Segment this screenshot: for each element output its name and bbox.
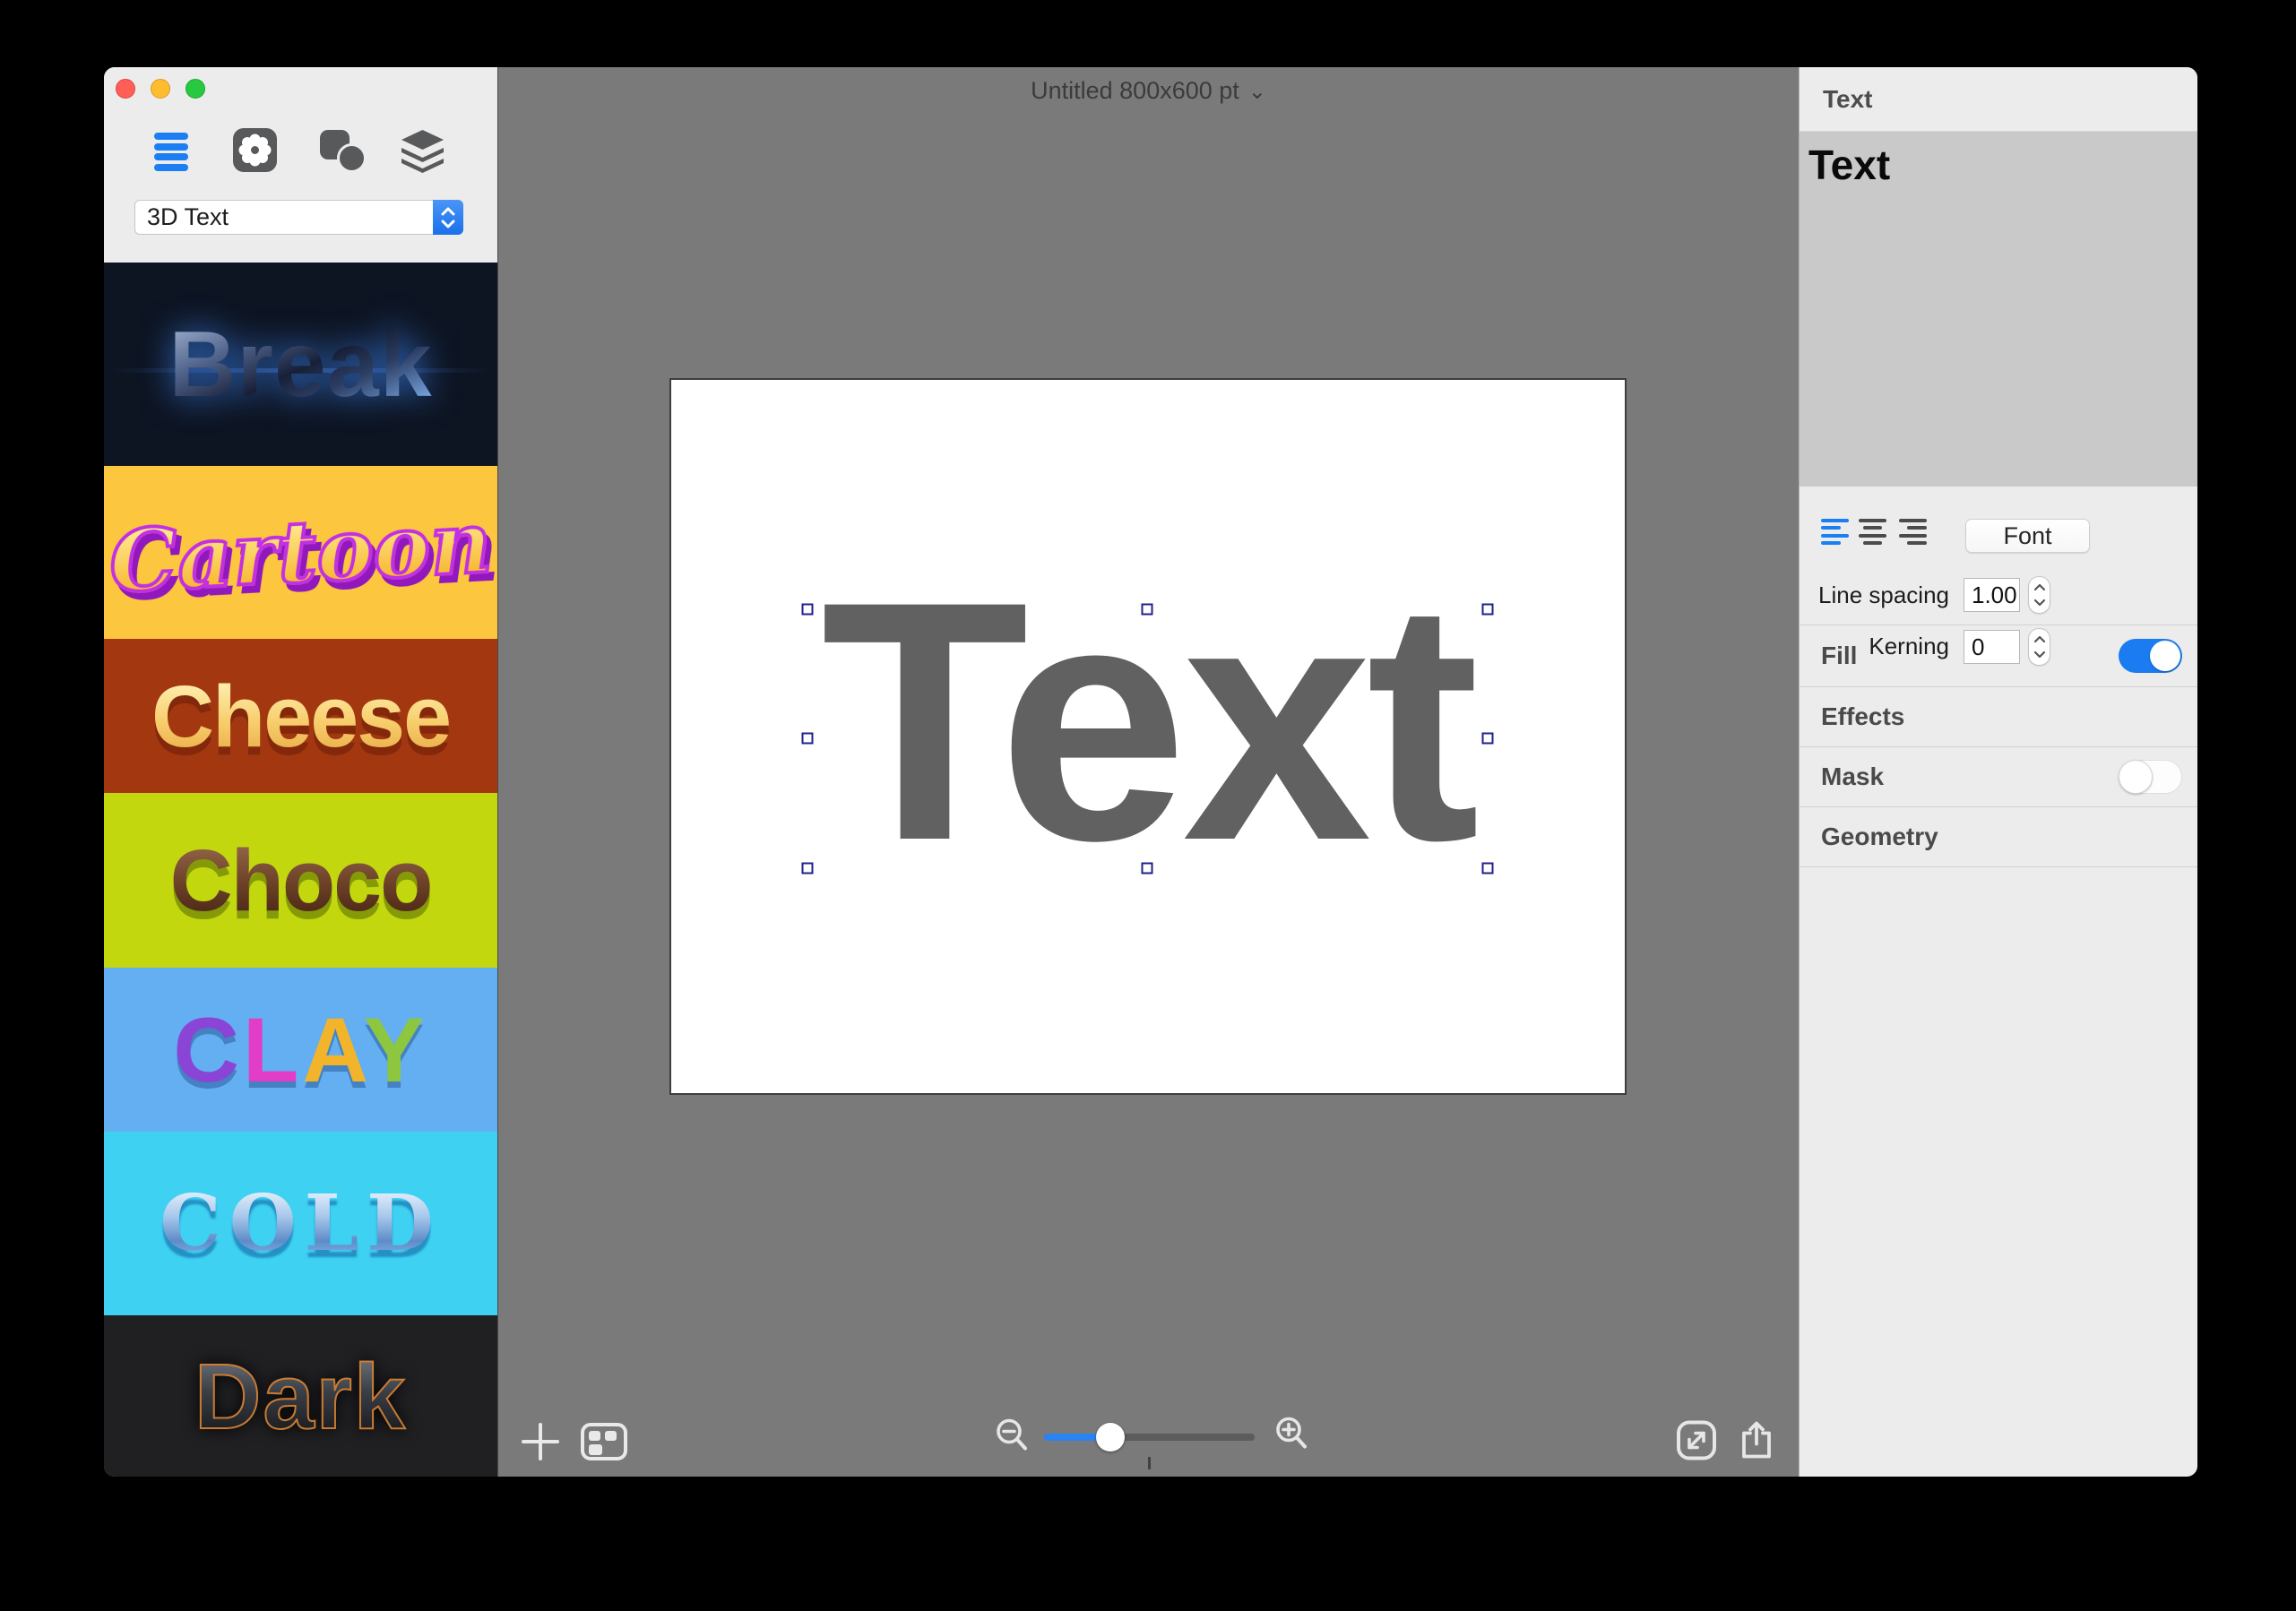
layers-icon[interactable] bbox=[400, 128, 445, 173]
section-row-fill[interactable]: Fill bbox=[1800, 625, 2197, 686]
preset-cold-text: COLD bbox=[160, 1177, 442, 1269]
mode-toolbar bbox=[104, 128, 498, 173]
preset-break[interactable]: Break bbox=[104, 263, 497, 466]
selection-handle-bottom-center[interactable] bbox=[1141, 862, 1153, 874]
zoom-100-tick bbox=[1148, 1457, 1151, 1469]
section-row-effects[interactable]: Effects bbox=[1800, 686, 2197, 746]
zoom-in-icon[interactable] bbox=[1273, 1416, 1311, 1460]
preset-clay-text: CLAY bbox=[173, 998, 428, 1101]
preset-dark[interactable]: Dark bbox=[104, 1315, 497, 1477]
zoom-slider[interactable] bbox=[1044, 1423, 1255, 1452]
inspector-panel: Text Text Font Line spacing Kerning bbox=[1799, 67, 2197, 1477]
preset-cheese-text: Cheese bbox=[151, 667, 452, 765]
enter-fullscreen-icon[interactable] bbox=[1675, 1419, 1718, 1467]
screenshot-stage: 3D Text Break Cartoon Cheese Choco CLAY … bbox=[0, 0, 2296, 1611]
mask-toggle[interactable] bbox=[2119, 760, 2182, 794]
document-title-text: Untitled 800x600 pt bbox=[1031, 77, 1239, 104]
share-icon[interactable] bbox=[1735, 1419, 1778, 1467]
zoom-slider-knob[interactable] bbox=[1096, 1423, 1126, 1452]
preset-dark-text: Dark bbox=[194, 1344, 408, 1448]
line-spacing-label: Line spacing bbox=[1818, 582, 1949, 608]
templates-grid-button[interactable] bbox=[581, 1423, 627, 1460]
selection-handle-bottom-right[interactable] bbox=[1481, 862, 1494, 874]
add-object-button[interactable] bbox=[522, 1423, 559, 1460]
style-category-value: 3D Text bbox=[147, 203, 229, 230]
sidebar-toolbar: 3D Text bbox=[104, 67, 497, 263]
preset-cheese[interactable]: Cheese bbox=[104, 639, 497, 793]
preset-break-text: Break bbox=[168, 312, 433, 417]
selection-handle-top-center[interactable] bbox=[1141, 603, 1153, 616]
effects-label: Effects bbox=[1821, 702, 1905, 730]
line-spacing-stepper[interactable] bbox=[2028, 576, 2050, 614]
style-category-dropdown[interactable]: 3D Text bbox=[134, 200, 463, 235]
align-right-icon[interactable] bbox=[1899, 519, 1927, 545]
preset-list: Break Cartoon Cheese Choco CLAY COLD Dar… bbox=[104, 263, 497, 1477]
dropdown-stepper-icon bbox=[433, 200, 463, 235]
selection-handle-top-right[interactable] bbox=[1481, 603, 1494, 616]
selection-handle-mid-left[interactable] bbox=[801, 732, 814, 745]
geometry-label: Geometry bbox=[1821, 823, 1938, 850]
inspector-header-title: Text bbox=[1823, 84, 1873, 113]
inspector-header: Text bbox=[1800, 67, 2197, 132]
preset-cartoon[interactable]: Cartoon bbox=[104, 466, 497, 639]
fill-label: Fill bbox=[1821, 642, 1858, 669]
line-spacing-input[interactable] bbox=[1964, 578, 2020, 612]
selection-handle-bottom-left[interactable] bbox=[801, 862, 814, 874]
preset-choco-text: Choco bbox=[169, 831, 434, 929]
document-title[interactable]: Untitled 800x600 pt ⌄ bbox=[498, 77, 1799, 105]
font-button[interactable]: Font bbox=[1965, 519, 2090, 553]
preset-cartoon-text: Cartoon bbox=[105, 491, 496, 614]
fill-toggle[interactable] bbox=[2119, 639, 2182, 673]
align-left-icon[interactable] bbox=[1821, 519, 1849, 545]
preset-clay[interactable]: CLAY bbox=[104, 968, 497, 1132]
zoom-window-button[interactable] bbox=[186, 79, 205, 99]
styles-list-icon[interactable] bbox=[154, 133, 188, 171]
close-window-button[interactable] bbox=[116, 79, 135, 99]
app-window: 3D Text Break Cartoon Cheese Choco CLAY … bbox=[104, 67, 2197, 1477]
sidebar: 3D Text Break Cartoon Cheese Choco CLAY … bbox=[104, 67, 498, 1477]
section-row-mask[interactable]: Mask bbox=[1800, 746, 2197, 806]
preset-choco[interactable]: Choco bbox=[104, 793, 497, 968]
shapes-icon[interactable] bbox=[320, 128, 367, 173]
mask-label: Mask bbox=[1821, 762, 1885, 790]
text-content-value[interactable]: Text bbox=[1808, 141, 2197, 189]
settings-flower-icon[interactable] bbox=[233, 128, 277, 172]
minimize-window-button[interactable] bbox=[151, 79, 170, 99]
selection-handle-mid-right[interactable] bbox=[1481, 732, 1494, 745]
selection-handle-top-left[interactable] bbox=[801, 603, 814, 616]
zoom-out-icon[interactable] bbox=[994, 1417, 1031, 1461]
section-row-geometry[interactable]: Geometry bbox=[1800, 806, 2197, 867]
canvas-object-text[interactable]: Text bbox=[807, 551, 1488, 892]
font-button-label: Font bbox=[2003, 521, 2052, 549]
title-chevron-icon: ⌄ bbox=[1247, 80, 1266, 104]
align-center-icon[interactable] bbox=[1859, 519, 1886, 545]
text-content-editor[interactable]: Text bbox=[1800, 132, 2197, 487]
preset-cold[interactable]: COLD bbox=[104, 1132, 497, 1315]
